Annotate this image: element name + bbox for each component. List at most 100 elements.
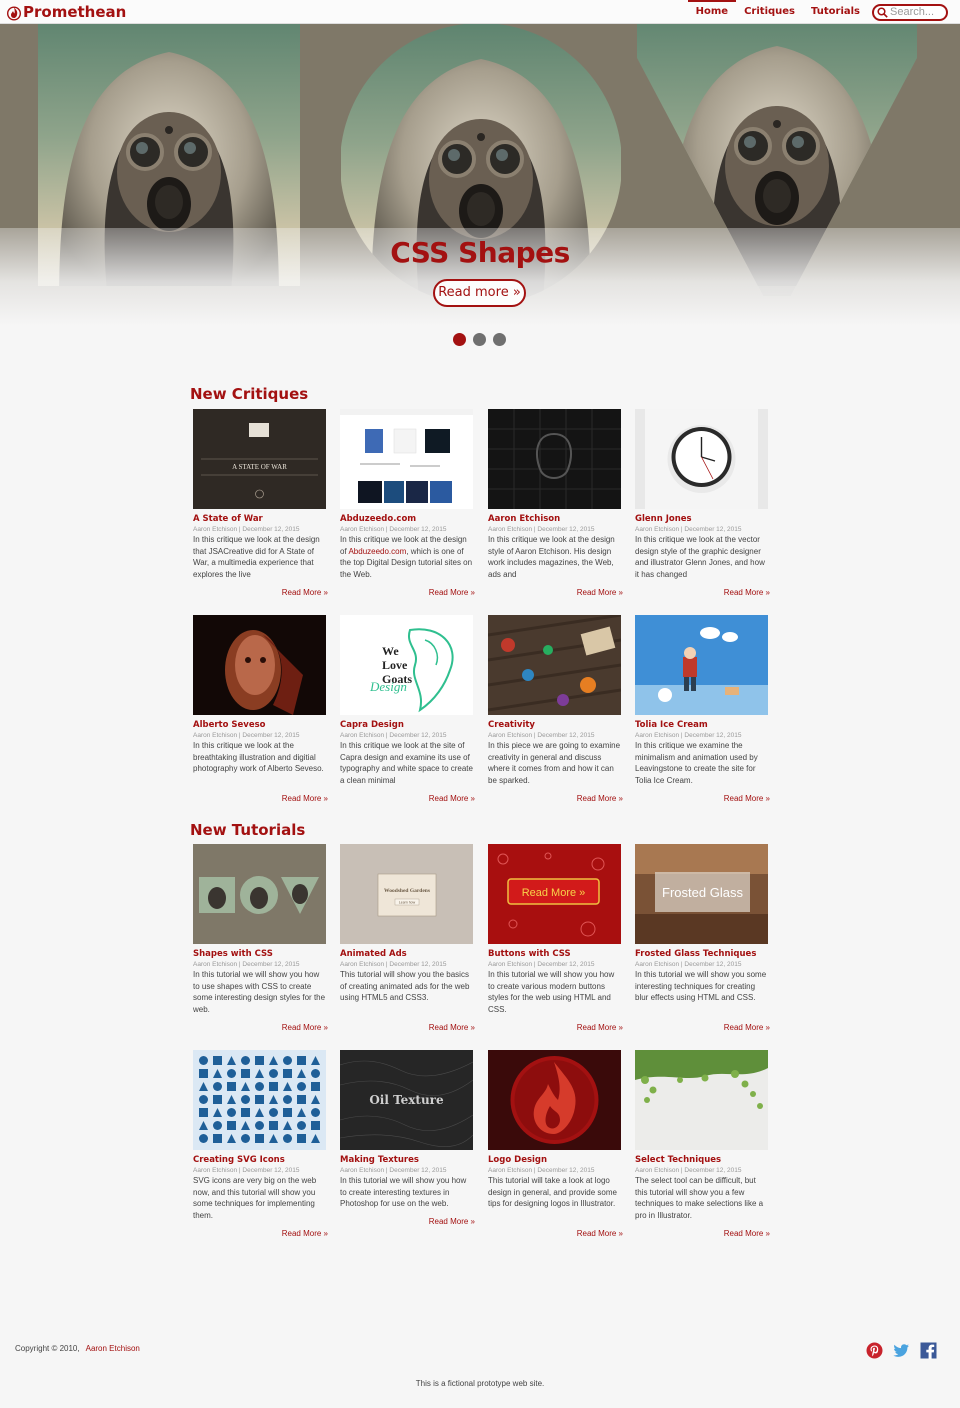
critique-thumbnail[interactable]: A STATE OF WAR [193, 409, 326, 509]
icon-glyph [311, 1121, 320, 1130]
slider-dot-3[interactable] [493, 333, 506, 346]
author-link[interactable]: Aaron Etchison [86, 1344, 140, 1353]
icon-glyph [297, 1134, 306, 1143]
icon-glyph [297, 1082, 306, 1091]
icon-glyph [255, 1134, 264, 1143]
icon-glyph [297, 1121, 306, 1130]
footer-note: This is a fictional prototype web site. [415, 1379, 545, 1388]
card-title[interactable]: Capra Design [340, 720, 480, 730]
icon-glyph [255, 1056, 264, 1065]
card-title[interactable]: Making Textures [340, 1155, 480, 1165]
card-description: In this critique we look at the site of … [340, 741, 473, 785]
tutorial-card: Logo Design Aaron Etchison | December 12… [488, 1050, 628, 1238]
card-title[interactable]: Creating SVG Icons [193, 1155, 333, 1165]
tutorial-thumbnail[interactable]: Woodshed Gardens Learn how [340, 844, 473, 944]
card-title[interactable]: Buttons with CSS [488, 949, 628, 959]
read-more-link[interactable]: Read More » [635, 794, 770, 803]
icon-glyph [269, 1121, 278, 1130]
critique-card: Creativity Aaron Etchison | December 12,… [488, 615, 628, 803]
search-input[interactable] [890, 6, 944, 18]
flame-logo-icon [7, 6, 21, 20]
read-more-link[interactable]: Read More » [193, 794, 328, 803]
critique-thumbnail[interactable] [340, 409, 473, 509]
read-more-link[interactable]: Read More » [193, 588, 328, 597]
read-more-link[interactable]: Read More » [635, 1229, 770, 1238]
facebook-icon[interactable] [920, 1342, 937, 1359]
card-title[interactable]: Glenn Jones [635, 514, 775, 524]
creativity-image [488, 615, 621, 715]
nav-critiques[interactable]: Critiques [736, 0, 803, 24]
buttons-with-css-image: Read More » [488, 844, 621, 944]
critique-thumbnail[interactable] [635, 615, 768, 715]
tutorial-card: Oil Texture Making Textures Aaron Etchis… [340, 1050, 480, 1226]
slider-dot-2[interactable] [473, 333, 486, 346]
card-meta: Aaron Etchison | December 12, 2015 [193, 732, 300, 739]
read-more-link[interactable]: Read More » [488, 794, 623, 803]
icon-glyph [311, 1082, 320, 1091]
critique-thumbnail[interactable] [193, 615, 326, 715]
pinterest-icon[interactable] [866, 1342, 883, 1359]
tutorial-thumbnail[interactable] [193, 1050, 326, 1150]
read-more-link[interactable]: Read More » [340, 794, 475, 803]
capra-thumb-text: We [382, 644, 399, 658]
select-techniques-ivy-image [635, 1050, 768, 1150]
card-title[interactable]: Logo Design [488, 1155, 628, 1165]
nav-tutorials[interactable]: Tutorials [803, 0, 868, 24]
icon-glyph [199, 1134, 208, 1143]
card-meta: Aaron Etchison | December 12, 2015 [635, 961, 742, 968]
card-title[interactable]: Tolia Ice Cream [635, 720, 775, 730]
card-meta: Aaron Etchison | December 12, 2015 [488, 961, 595, 968]
card-title[interactable]: Alberto Seveso [193, 720, 333, 730]
card-title[interactable]: A State of War [193, 514, 333, 524]
logo[interactable]: Promethean [7, 3, 126, 21]
critique-thumbnail[interactable]: We Love Goats Design [340, 615, 473, 715]
card-title[interactable]: Shapes with CSS [193, 949, 333, 959]
search-box[interactable] [872, 3, 948, 21]
read-more-link[interactable]: Read More » [488, 1023, 623, 1032]
read-more-link[interactable]: Read More » [635, 588, 770, 597]
icon-glyph [283, 1134, 292, 1143]
card-description: In this critique we look at the vector d… [635, 535, 765, 579]
tutorial-thumbnail[interactable]: Frosted Glass [635, 844, 768, 944]
card-title[interactable]: Abduzeedo.com [340, 514, 480, 524]
footer-copyright: Copyright © 2010, Aaron Etchison [15, 1344, 140, 1353]
critique-thumbnail[interactable] [488, 615, 621, 715]
hero-read-more-button[interactable]: Read more » [433, 279, 526, 307]
read-more-link[interactable]: Read More » [488, 1229, 623, 1238]
critique-card: Alberto Seveso Aaron Etchison | December… [193, 615, 333, 803]
tutorial-thumbnail[interactable] [488, 1050, 621, 1150]
abduzeedo-inline-link[interactable]: Abduzeedo.com [348, 547, 406, 556]
card-title[interactable]: Select Techniques [635, 1155, 775, 1165]
nav-home[interactable]: Home [687, 0, 737, 24]
card-title[interactable]: Creativity [488, 720, 628, 730]
site-header: Promethean Home Critiques Tutorials [0, 0, 960, 24]
card-meta: Aaron Etchison | December 12, 2015 [193, 1167, 300, 1174]
read-more-link[interactable]: Read More » [340, 588, 475, 597]
slider-dot-1[interactable] [453, 333, 466, 346]
card-title[interactable]: Aaron Etchison [488, 514, 628, 524]
icon-glyph [283, 1108, 292, 1117]
read-more-link[interactable]: Read More » [340, 1023, 475, 1032]
twitter-icon[interactable] [893, 1342, 910, 1359]
read-more-link[interactable]: Read More » [488, 588, 623, 597]
tutorial-thumbnail[interactable] [635, 1050, 768, 1150]
card-description: The select tool can be difficult, but th… [635, 1176, 764, 1220]
tutorial-thumbnail[interactable] [193, 844, 326, 944]
card-title[interactable]: Frosted Glass Techniques [635, 949, 775, 959]
read-more-link[interactable]: Read More » [193, 1229, 328, 1238]
card-meta: Aaron Etchison | December 12, 2015 [340, 526, 447, 533]
social-links [866, 1342, 937, 1359]
frosted-glass-image: Frosted Glass [635, 844, 768, 944]
critique-thumbnail[interactable] [488, 409, 621, 509]
read-more-link[interactable]: Read More » [193, 1023, 328, 1032]
tutorial-card: Read More » Buttons with CSS Aaron Etchi… [488, 844, 628, 1032]
card-title[interactable]: Animated Ads [340, 949, 480, 959]
card-meta: Aaron Etchison | December 12, 2015 [193, 961, 300, 968]
card-description: In this tutorial we will show you some i… [635, 970, 767, 1002]
tutorial-thumbnail[interactable]: Read More » [488, 844, 621, 944]
tolia-ice-cream-image [635, 615, 768, 715]
read-more-link[interactable]: Read More » [340, 1217, 475, 1226]
read-more-link[interactable]: Read More » [635, 1023, 770, 1032]
critique-thumbnail[interactable] [635, 409, 768, 509]
tutorial-thumbnail[interactable]: Oil Texture [340, 1050, 473, 1150]
